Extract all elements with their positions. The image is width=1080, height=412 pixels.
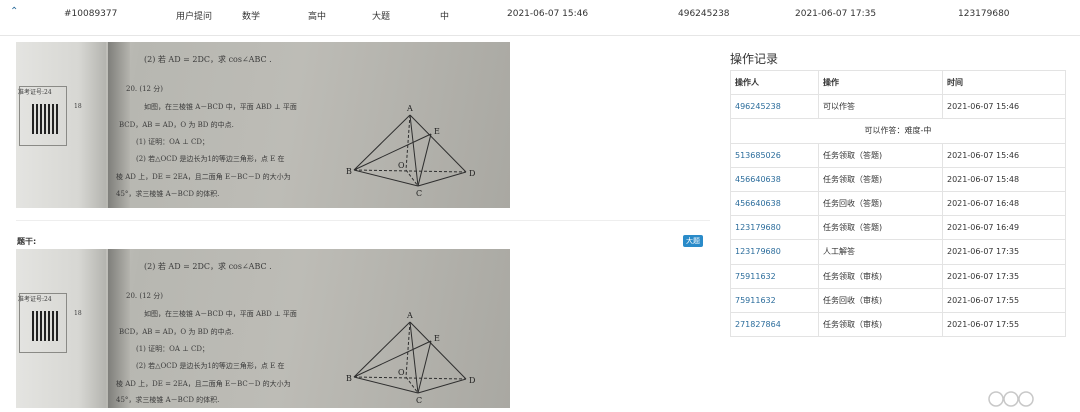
figure-point-o: O	[398, 161, 405, 170]
photo-line-8: 45°，求三棱锥 A－BCD 的体积.	[116, 396, 220, 404]
tetrahedron-figure: A B C D E O	[346, 311, 475, 405]
action-cell: 可以作答	[818, 94, 943, 120]
time-cell: 2021-06-07 16:48	[942, 190, 1066, 217]
time-cell: 2021-06-07 16:49	[942, 215, 1066, 241]
action-cell: 任务领取（答题)	[818, 166, 943, 192]
header-action: 操作	[818, 69, 943, 96]
watermark-logo	[984, 386, 1080, 408]
operator-link[interactable]: 75911632	[730, 263, 819, 289]
question-source: 用户提问	[176, 12, 213, 22]
figure-point-o: O	[398, 368, 405, 377]
watermark-swirl-icon	[988, 391, 1034, 407]
question-grade: 高中	[308, 12, 327, 22]
photo-line-2: 20. (12 分)	[126, 292, 163, 300]
table-row: 496245238 可以作答 2021-06-07 15:46	[730, 94, 1066, 120]
figure-point-b: B	[346, 374, 352, 383]
action-cell: 任务回收（答题)	[818, 190, 943, 217]
figure-point-b: B	[346, 167, 352, 176]
table-row: 可以作答：难度-中	[730, 118, 1066, 144]
table-row: 271827864 任务领取（审核) 2021-06-07 17:55	[730, 311, 1066, 338]
photo-stub-label: 准考证号:24	[18, 89, 52, 96]
tetrahedron-figure: A B C D E O	[346, 104, 475, 198]
time-cell: 2021-06-07 15:46	[942, 142, 1066, 168]
time-cell: 2021-06-07 15:46	[942, 94, 1066, 120]
operator-link[interactable]: 456640638	[730, 166, 819, 192]
photo-line-7: 棱 AD 上，DE = 2EA，且二面角 E－BC－D 的大小为	[116, 173, 291, 181]
created-time: 2021-06-07 15:46	[507, 9, 589, 19]
photo-line-4: BCD，AB = AD，O 为 BD 的中点.	[119, 328, 234, 336]
photo-line-3: 如图，在三棱锥 A－BCD 中，平面 ABD ⊥ 平面	[144, 103, 297, 111]
photo-line-6: (2) 若△OCD 是边长为1的等边三角形，点 E 在	[136, 362, 285, 370]
photo-line-4: BCD，AB = AD，O 为 BD 的中点.	[119, 121, 234, 129]
photo-line-7: 棱 AD 上，DE = 2EA，且二面角 E－BC－D 的大小为	[116, 380, 291, 388]
table-header-row: 操作人 操作 时间	[730, 69, 1066, 96]
operation-log-table: 操作人 操作 时间 496245238 可以作答 2021-06-07 15:4…	[730, 69, 1066, 338]
handler-id: 123179680	[958, 9, 1010, 19]
header-time: 时间	[942, 69, 1066, 96]
figure-point-e: E	[434, 127, 440, 136]
note-cell: 可以作答：难度-中	[730, 118, 1066, 144]
table-row: 123179680 人工解答 2021-06-07 17:35	[730, 239, 1066, 265]
time-cell: 2021-06-07 17:55	[942, 311, 1066, 338]
time-cell: 2021-06-07 17:35	[942, 263, 1066, 289]
figure-point-a: A	[406, 311, 413, 320]
log-panel-title: 操作记录	[730, 52, 779, 66]
section-divider	[16, 220, 710, 221]
table-row: 456640638 任务领取（答题) 2021-06-07 15:48	[730, 166, 1066, 192]
table-row: 123179680 任务领取（答题) 2021-06-07 16:49	[730, 215, 1066, 241]
action-cell: 任务领取（审核)	[818, 311, 943, 338]
question-difficulty: 中	[440, 12, 450, 22]
asker-id: 496245238	[678, 9, 730, 19]
operator-link[interactable]: 75911632	[730, 287, 819, 313]
figure-point-c: C	[416, 396, 422, 405]
figure-point-d: D	[469, 376, 475, 385]
question-type-badge: 大题	[683, 235, 703, 247]
action-cell: 任务回收（审核)	[818, 287, 943, 313]
action-cell: 人工解答	[818, 239, 943, 265]
header-operator: 操作人	[730, 69, 819, 96]
photo-line-6: (2) 若△OCD 是边长为1的等边三角形，点 E 在	[136, 155, 285, 163]
photo-barcode	[32, 104, 60, 134]
operator-link[interactable]: 513685026	[730, 142, 819, 168]
photo-line-5: (1) 证明：OA ⊥ CD；	[136, 138, 209, 146]
photo-page-number: 18	[74, 103, 82, 110]
operator-link[interactable]: 271827864	[730, 311, 819, 338]
photo-line-3: 如图，在三棱锥 A－BCD 中，平面 ABD ⊥ 平面	[144, 310, 297, 318]
stem-label: 题干:	[17, 237, 37, 246]
chevron-up-icon[interactable]: ⌃	[10, 6, 18, 17]
photo-stub-label: 准考证号:24	[18, 296, 52, 303]
photo-line-8: 45°，求三棱锥 A－BCD 的体积.	[116, 190, 220, 198]
operator-link[interactable]: 456640638	[730, 190, 819, 217]
figure-point-e: E	[434, 334, 440, 343]
question-photo: 准考证号:24 18 (2) 若 AD = 2DC，求 cos∠ABC . 20…	[16, 42, 510, 208]
operator-link[interactable]: 123179680	[730, 239, 819, 265]
figure-point-a: A	[406, 104, 413, 113]
figure-point-c: C	[416, 189, 422, 198]
question-type: 大题	[372, 12, 391, 22]
figure-point-d: D	[469, 169, 475, 178]
photo-line-2: 20. (12 分)	[126, 85, 163, 93]
table-row: 75911632 任务领取（审核) 2021-06-07 17:35	[730, 263, 1066, 289]
action-cell: 任务领取（答题)	[818, 142, 943, 168]
time-cell: 2021-06-07 15:48	[942, 166, 1066, 192]
photo-barcode	[32, 311, 60, 341]
question-id: #10089377	[64, 9, 118, 19]
action-cell: 任务领取（审核)	[818, 263, 943, 289]
operator-link[interactable]: 123179680	[730, 215, 819, 241]
photo-page-number: 18	[74, 310, 82, 317]
table-row: 513685026 任务领取（答题) 2021-06-07 15:46	[730, 142, 1066, 168]
action-cell: 任务领取（答题)	[818, 215, 943, 241]
photo-line-1: (2) 若 AD = 2DC，求 cos∠ABC .	[144, 55, 272, 64]
question-summary-row[interactable]: ⌃ #10089377 用户提问 数学 高中 大题 中 2021-06-07 1…	[0, 0, 1080, 36]
photo-line-1: (2) 若 AD = 2DC，求 cos∠ABC .	[144, 262, 272, 271]
question-subject: 数学	[242, 12, 261, 22]
time-cell: 2021-06-07 17:35	[942, 239, 1066, 265]
finished-time: 2021-06-07 17:35	[795, 9, 877, 19]
time-cell: 2021-06-07 17:55	[942, 287, 1066, 313]
table-row: 456640638 任务回收（答题) 2021-06-07 16:48	[730, 190, 1066, 217]
photo-line-5: (1) 证明：OA ⊥ CD；	[136, 345, 209, 353]
table-row: 75911632 任务回收（审核) 2021-06-07 17:55	[730, 287, 1066, 313]
stem-photo: 准考证号:24 18 (2) 若 AD = 2DC，求 cos∠ABC . 20…	[16, 249, 510, 408]
operator-link[interactable]: 496245238	[730, 94, 819, 120]
